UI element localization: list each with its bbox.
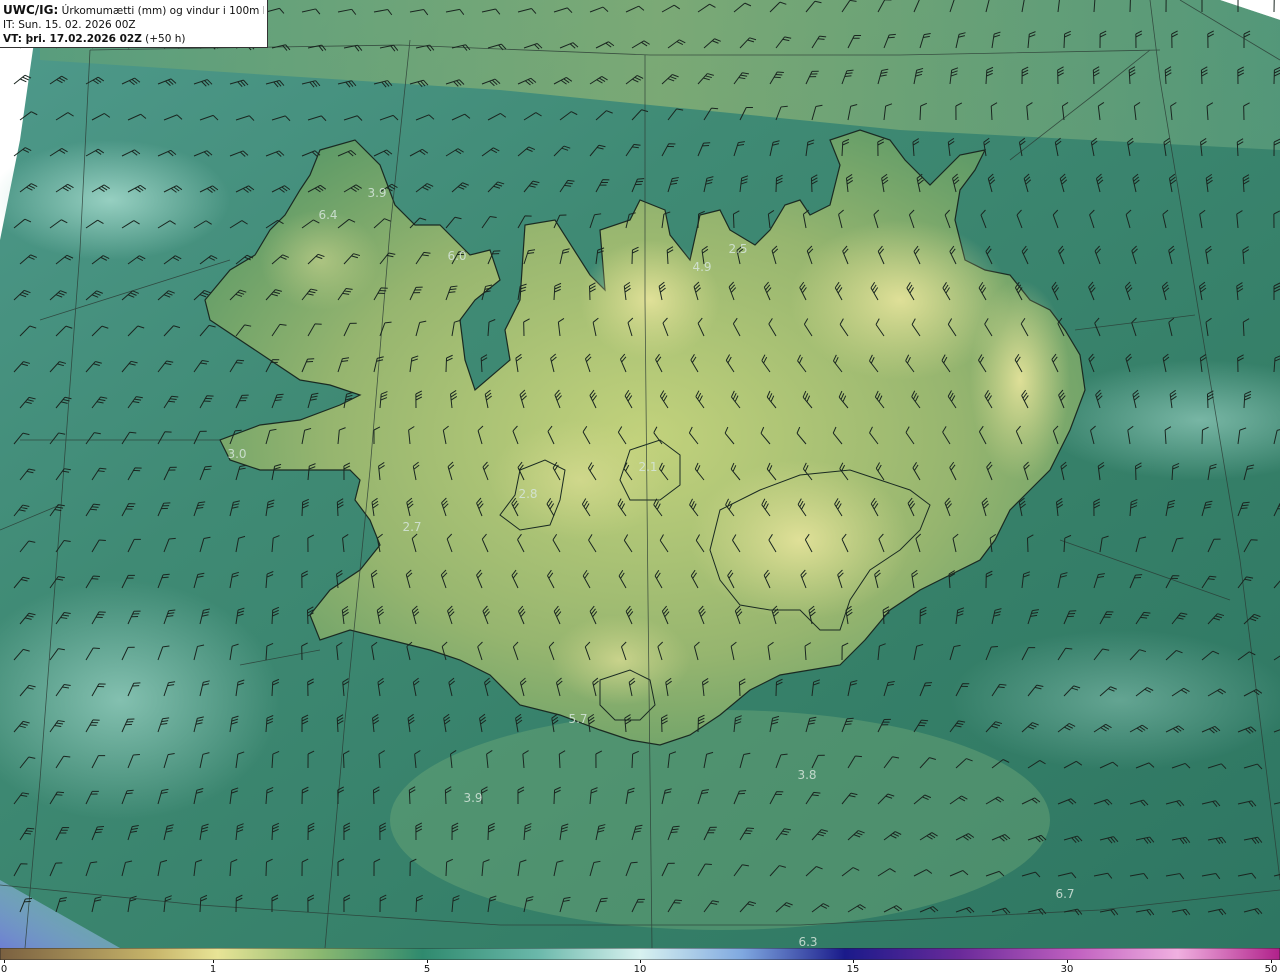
colorbar-legend: 0 1 5 10 15 30 50	[0, 948, 1280, 978]
precip-value-label: 3.9	[463, 791, 482, 805]
sea-streak-southeast	[950, 630, 1280, 770]
colorbar-tick-mark	[213, 960, 214, 963]
highland-south	[690, 460, 910, 620]
precip-value-label: 2.7	[402, 520, 421, 534]
title-line: UWC/IG: Úrkomumætti (mm) og vindur i 100…	[3, 3, 264, 18]
sea-streak-west	[0, 140, 230, 260]
colorbar-tick-mark	[1271, 960, 1272, 963]
precip-value-label: 6.0	[447, 249, 466, 263]
colorbar-tick-label: 10	[633, 964, 647, 975]
init-time: IT: Sun. 15. 02. 2026 00Z	[3, 19, 136, 31]
highland-north	[580, 240, 720, 360]
precip-value-label: 3.8	[797, 768, 816, 782]
model-label: UWC/IG:	[3, 3, 59, 17]
colorbar-tick-label: 1	[209, 964, 217, 975]
colorbar-tick-label: 50	[1264, 964, 1278, 975]
precip-value-label: 2.5	[728, 242, 747, 256]
colorbar-tick-label: 30	[1060, 964, 1074, 975]
colorbar	[0, 948, 1280, 960]
colorbar-tick-mark	[640, 960, 641, 963]
precip-value-label: 5.7	[568, 712, 587, 726]
precip-value-label: 6.7	[1055, 887, 1074, 901]
colorbar-tick-label: 15	[846, 964, 860, 975]
precip-value-label: 2.8	[518, 487, 537, 501]
colorbar-tick-label: 0	[0, 964, 8, 975]
precip-value-label: 6.4	[318, 208, 337, 222]
precip-value-label: 2.1	[638, 460, 657, 474]
valid-offset: (+50 h)	[145, 33, 186, 45]
highland-southwest	[550, 615, 690, 705]
colorbar-tick-mark	[4, 960, 5, 963]
colorbar-tick-mark	[427, 960, 428, 963]
map-title: Úrkomumætti (mm) og vindur i 100m hæð	[61, 5, 264, 17]
highland-east	[970, 280, 1070, 480]
westfjords-high	[260, 210, 380, 310]
precip-value-label: 4.9	[692, 260, 711, 274]
precip-value-label: 3.0	[227, 447, 246, 461]
valid-time: VT: þri. 17.02.2026 02Z	[3, 33, 142, 45]
colorbar-tick-label: 5	[423, 964, 431, 975]
precip-value-label: 3.9	[367, 186, 386, 200]
precipitation-wind-map: 3.9 6.4 6.0 4.9 2.5 3.0 2.8 2.1 2.7 5.7 3.9 3.8 6.7 6…	[0, 0, 1280, 948]
precip-value-label: 6.3	[798, 935, 817, 948]
highland-center	[490, 420, 670, 540]
map-info-box: UWC/IG: Úrkomumætti (mm) og vindur i 100…	[0, 0, 268, 48]
colorbar-gradient	[0, 948, 1280, 960]
colorbar-tick-mark	[1067, 960, 1068, 963]
valid-time-line: VT: þri. 17.02.2026 02Z (+50 h)	[3, 32, 264, 46]
colorbar-tick-mark	[853, 960, 854, 963]
southern-plume	[390, 710, 1050, 930]
